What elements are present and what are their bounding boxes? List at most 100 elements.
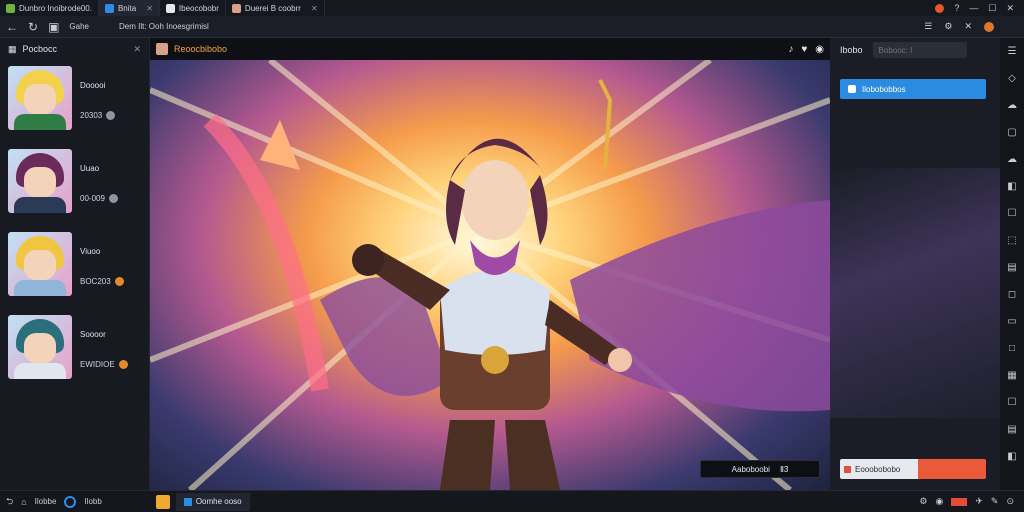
character-info: Dooooi 20303 xyxy=(80,66,116,134)
artwork-canvas[interactable]: Aaboboobi Ⅱ3 xyxy=(150,60,830,490)
side-tool-icon[interactable]: ▦ xyxy=(1007,362,1016,389)
back-icon[interactable]: ⮌ xyxy=(6,494,13,510)
avatar-face xyxy=(24,84,56,114)
character-stat: EWIDIOE xyxy=(80,359,128,369)
side-tool-icon[interactable]: ▤ xyxy=(1007,416,1016,443)
side-tool-icon[interactable]: ◧ xyxy=(1007,173,1016,200)
microphone-icon[interactable]: ◉ xyxy=(936,496,944,507)
side-tool-icon[interactable]: ☁ xyxy=(1007,92,1017,119)
character-card[interactable]: Dooooi 20303 xyxy=(8,66,146,134)
clock-icon[interactable]: ⊙ xyxy=(1006,496,1014,507)
character-info: Soooor EWIDIOE xyxy=(80,315,128,383)
character-name: Viuoo xyxy=(80,246,101,256)
refresh-icon[interactable]: ↻ xyxy=(28,20,38,34)
side-tool-icon[interactable]: ☐ xyxy=(1008,200,1017,227)
side-tool-icon[interactable]: ☁ xyxy=(1007,146,1017,173)
character-card[interactable]: Soooor EWIDIOE xyxy=(8,315,146,383)
taskbar: Oomhe ooso xyxy=(155,492,250,511)
tab-2[interactable]: Bnita ✕ xyxy=(98,0,160,16)
profile-icon[interactable] xyxy=(984,21,994,32)
toolbar-label: Gahe xyxy=(69,22,89,31)
grid-icon: ▦ xyxy=(8,43,17,54)
side-tool-icon[interactable]: ◇ xyxy=(1008,65,1016,92)
volume-icon[interactable]: ✎ xyxy=(991,496,999,507)
caption-box[interactable]: Aaboboobi Ⅱ3 xyxy=(700,460,820,478)
files-icon[interactable] xyxy=(155,494,170,509)
status-badge xyxy=(114,276,124,286)
side-tool-icon[interactable]: ▢ xyxy=(1007,119,1016,146)
side-tool-icon[interactable]: ▭ xyxy=(1007,308,1016,335)
window-icon xyxy=(183,497,192,506)
help-icon[interactable]: ? xyxy=(954,3,959,13)
restore-icon[interactable]: ☐ xyxy=(988,3,996,14)
network-icon[interactable]: ✈ xyxy=(975,496,983,507)
side-tool-icon[interactable]: ☐ xyxy=(1008,389,1017,416)
image-icon xyxy=(156,43,168,55)
tab-label: Dunbro Inoibrode00. xyxy=(19,3,92,13)
tab-1[interactable]: Dunbro Inoibrode00. xyxy=(0,0,99,16)
close-icon[interactable]: ✕ xyxy=(311,4,318,13)
window-icon xyxy=(104,3,114,13)
minimize-icon[interactable]: — xyxy=(969,3,978,13)
action-button-accent xyxy=(918,459,986,479)
search-label[interactable]: Ilobb xyxy=(84,497,101,506)
character-stat-value: 20303 xyxy=(80,110,103,120)
gamepad-icon[interactable]: ▣ xyxy=(48,20,59,34)
home-label[interactable]: Ilobbe xyxy=(35,497,57,506)
action-button-label-area: Eooobobobo xyxy=(840,459,918,479)
caption-text: Aaboboobi xyxy=(731,464,770,474)
character-stat: 20303 xyxy=(80,110,116,120)
panel-title: Pocbocc xyxy=(22,44,58,54)
side-tool-icon[interactable]: ◧ xyxy=(1007,443,1016,470)
bell-icon[interactable]: ♪ xyxy=(788,44,793,55)
notification-icon[interactable] xyxy=(935,3,945,13)
avatar-body xyxy=(14,280,66,296)
character-card[interactable]: Uuao 00-009 xyxy=(8,149,146,217)
list-icon[interactable]: ☰ xyxy=(924,21,932,32)
status-badge xyxy=(118,359,128,369)
artwork-illustration xyxy=(150,60,830,490)
side-tool-icon[interactable]: ▤ xyxy=(1007,254,1016,281)
primary-button[interactable]: Ilobobobbos xyxy=(840,79,986,99)
side-tool-icon[interactable]: ◻ xyxy=(1008,281,1016,308)
address-text[interactable]: Dem Ilt: Ooh Inoesgrimisl xyxy=(119,22,209,31)
status-badge xyxy=(108,193,118,203)
character-avatar xyxy=(8,149,72,213)
character-info: Viuoo BOC203 xyxy=(80,232,124,300)
avatar-face xyxy=(24,167,56,197)
back-arrow-icon[interactable]: ← xyxy=(6,20,18,34)
avatar-body xyxy=(14,114,66,130)
character-info: Uuao 00-009 xyxy=(80,149,118,217)
panel-background-art xyxy=(830,168,1000,418)
record-icon xyxy=(844,465,851,473)
caption-counter: Ⅱ3 xyxy=(779,464,789,474)
side-tool-icon[interactable]: ☰ xyxy=(1008,38,1017,65)
side-tool-icon[interactable]: ⬚ xyxy=(1007,227,1016,254)
right-panel: Ibobo Ilobobobbos Eooobobobo xyxy=(830,38,1000,490)
close-icon[interactable]: ✕ xyxy=(146,4,153,13)
tab-3[interactable]: Ibeocobobr xyxy=(160,0,226,16)
search-icon[interactable] xyxy=(64,495,77,508)
close-icon[interactable]: ✕ xyxy=(133,44,141,55)
heart-icon[interactable]: ♥ xyxy=(801,44,807,55)
close-icon[interactable]: ✕ xyxy=(1006,3,1014,14)
home-icon[interactable]: ⌂ xyxy=(21,497,26,507)
action-button[interactable]: Eooobobobo xyxy=(840,459,986,479)
side-tool-icon[interactable]: □ xyxy=(1009,335,1015,362)
record-icon[interactable] xyxy=(951,497,968,506)
avatar-body xyxy=(14,363,66,379)
primary-button-label: Ilobobobbos xyxy=(862,84,906,94)
tab-label: Ibeocobobr xyxy=(178,3,219,13)
image-icon xyxy=(231,3,241,13)
settings-icon[interactable]: ⚙ xyxy=(919,496,927,507)
gear-icon[interactable]: ⚙ xyxy=(944,21,952,32)
taskbar-window[interactable]: Oomhe ooso xyxy=(175,492,250,511)
search-input[interactable] xyxy=(872,42,967,58)
avatar-face xyxy=(24,250,56,280)
tab-4[interactable]: Duerei B coobrr ✕ xyxy=(226,0,325,16)
info-icon[interactable]: ◉ xyxy=(815,44,824,55)
tab-label: Bnita xyxy=(117,3,137,13)
character-name: Uuao xyxy=(80,163,100,173)
close-icon[interactable]: ✕ xyxy=(964,21,972,32)
character-card[interactable]: Viuoo BOC203 xyxy=(8,232,146,300)
